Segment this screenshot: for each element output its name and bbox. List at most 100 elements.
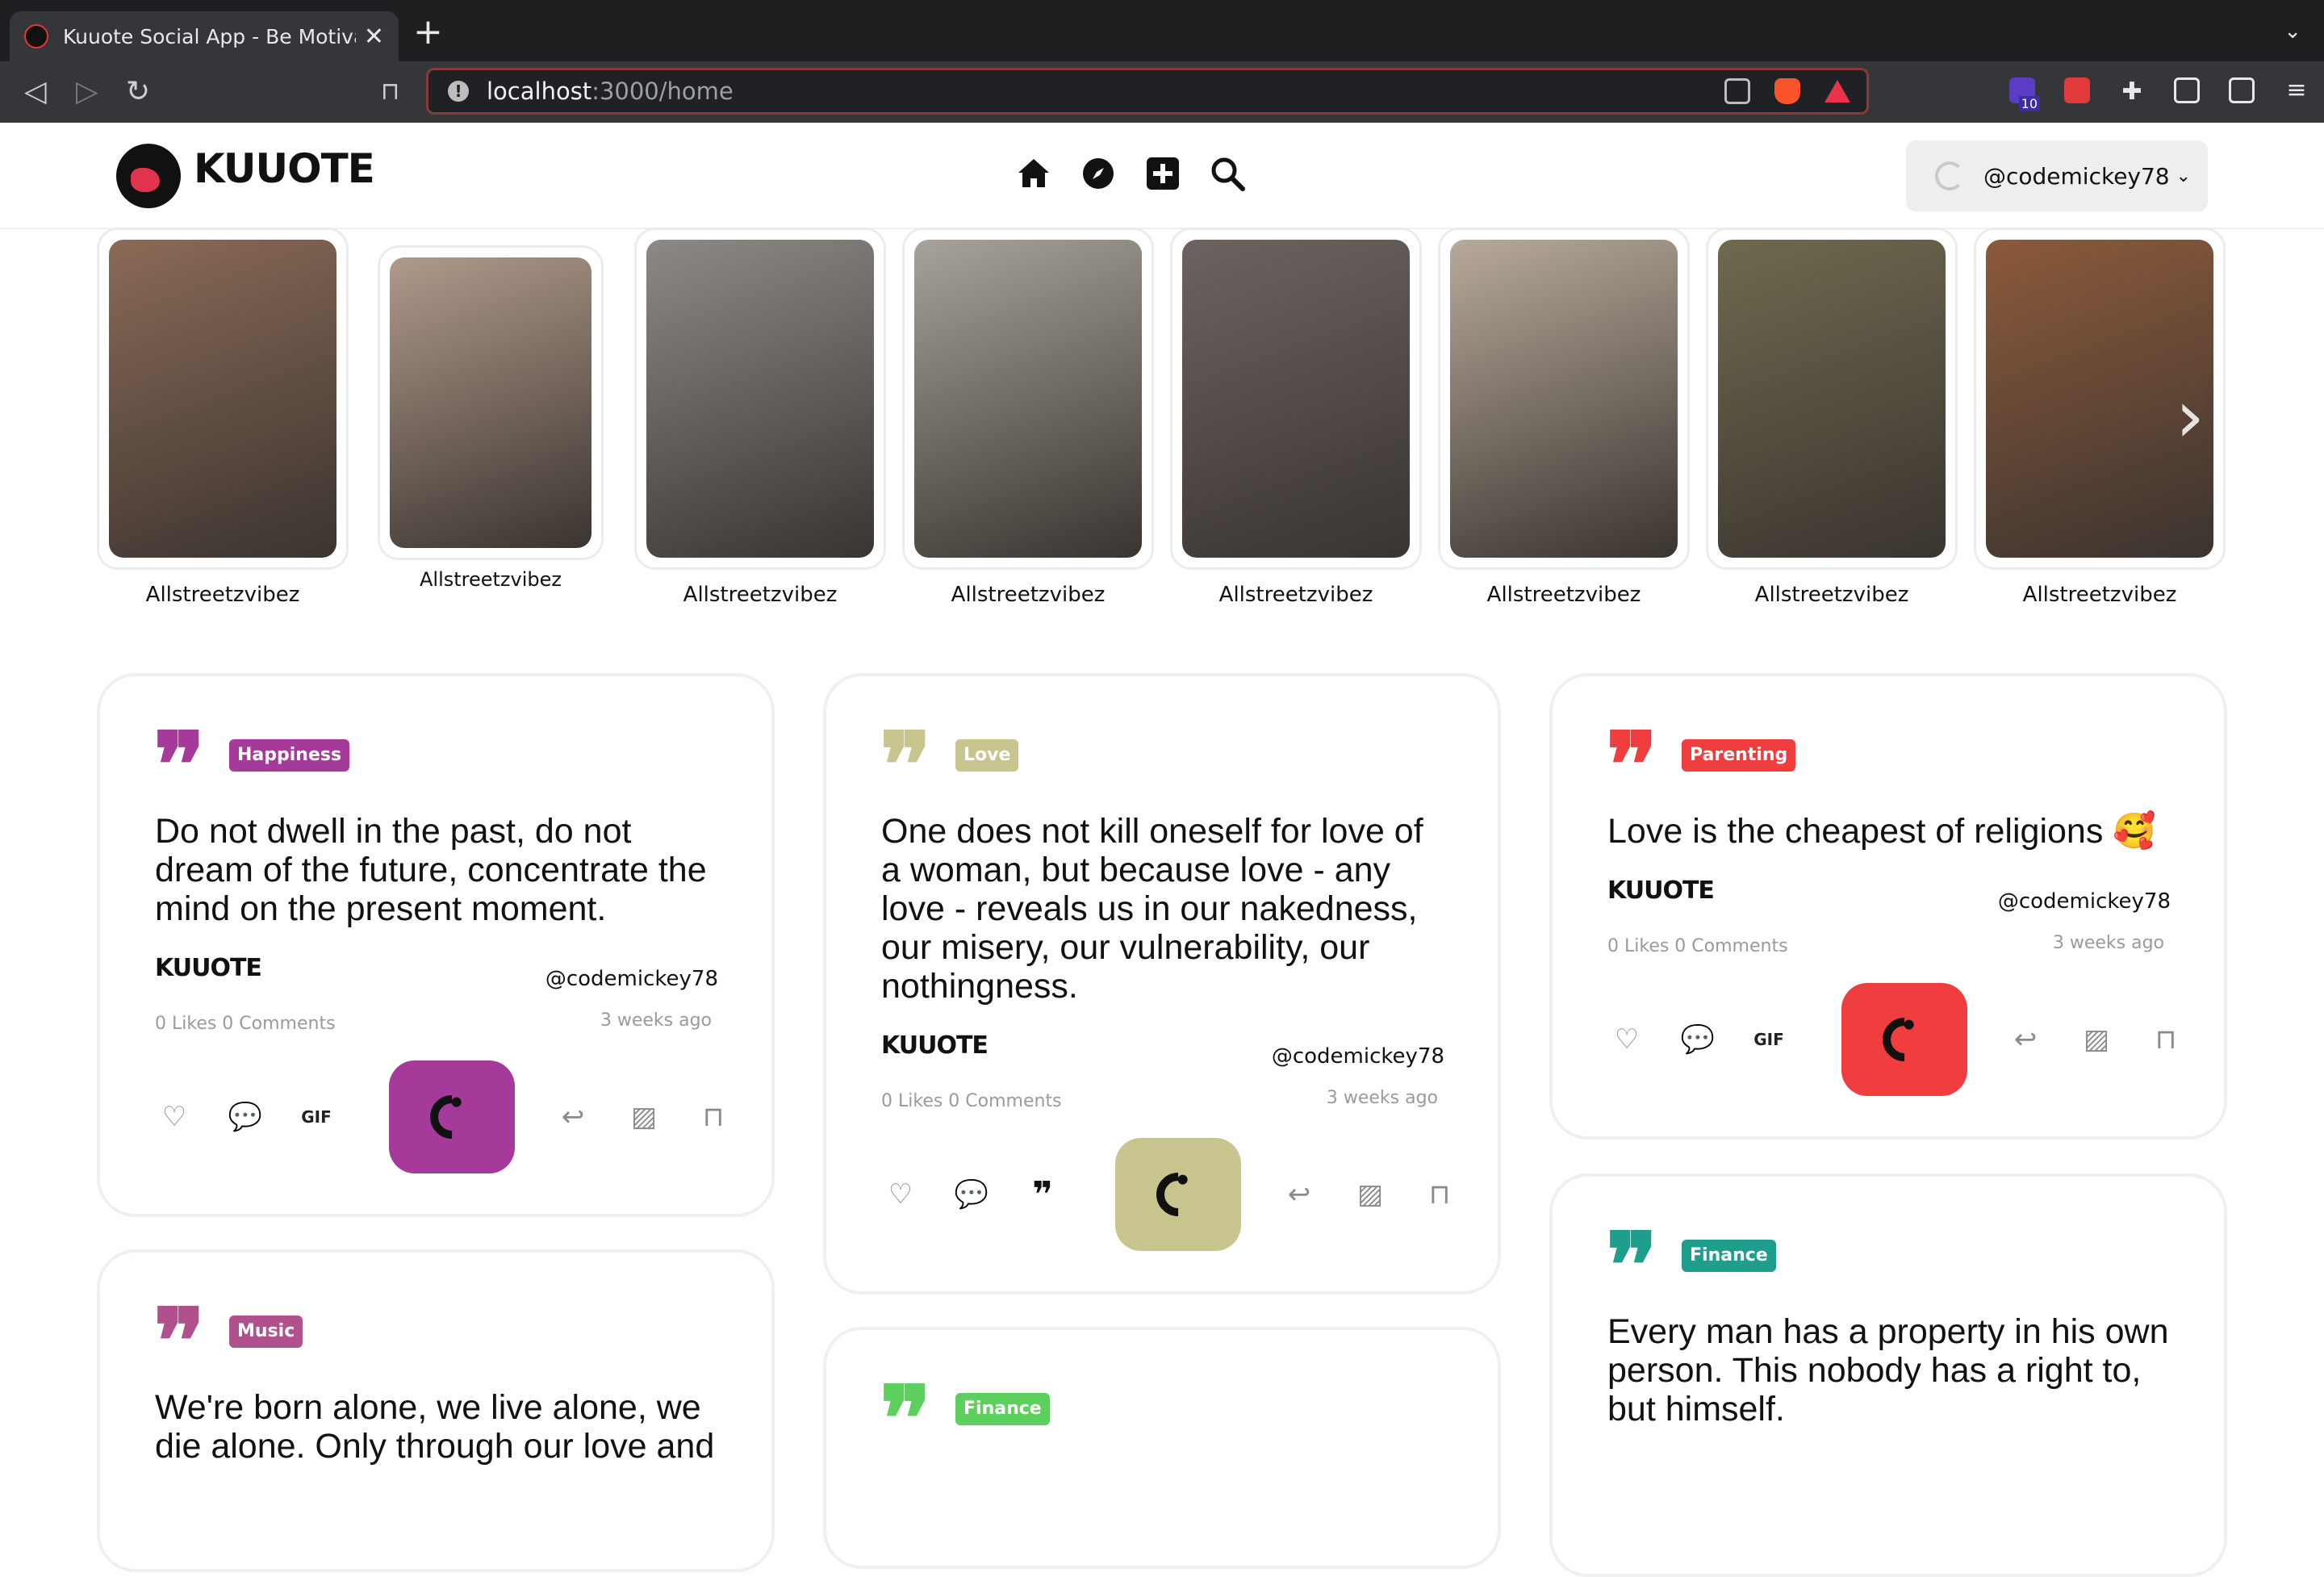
category-tag[interactable]: Finance	[1682, 1240, 1776, 1272]
home-icon[interactable]	[1015, 155, 1052, 192]
quote-mark-icon: ❞	[1606, 730, 1658, 786]
extension-red-icon[interactable]	[2064, 77, 2090, 103]
brave-rewards-icon[interactable]	[1825, 80, 1850, 102]
qr-code-icon[interactable]	[1724, 78, 1750, 104]
tab-title: Kuuote Social App - Be Motivated	[63, 24, 356, 48]
like-heart-icon[interactable]: ♡	[1609, 1022, 1645, 1057]
story-username: Allstreetzvibez	[1486, 583, 1641, 607]
site-info-icon[interactable]: !	[448, 81, 469, 102]
reload-icon[interactable]: ↻	[126, 76, 150, 108]
close-tab-icon[interactable]: ✕	[364, 23, 384, 51]
new-tab-button[interactable]: +	[413, 15, 443, 50]
card-author[interactable]: @codemickey78	[545, 967, 718, 991]
gif-button[interactable]: GIF	[299, 1099, 334, 1135]
story-item[interactable]: Allstreetzvibez	[1438, 228, 1690, 607]
sidebar-icon[interactable]	[2174, 77, 2200, 103]
card-time: 3 weeks ago	[2052, 933, 2164, 953]
like-heart-icon[interactable]: ♡	[883, 1177, 918, 1212]
card-author[interactable]: @codemickey78	[1272, 1044, 1444, 1069]
comment-icon[interactable]: 💬	[228, 1099, 263, 1135]
browser-toolbar: ◁ ▷ ↻ ⊓ ! localhost:3000/home 10 ✚ ≡	[0, 61, 2324, 123]
browser-tab[interactable]: Kuuote Social App - Be Motivated ✕	[10, 11, 399, 61]
user-menu-button[interactable]: @codemickey78 ⌄	[1906, 140, 2208, 211]
bookmark-icon[interactable]: ⊓	[1422, 1177, 1457, 1212]
share-icon[interactable]: ↩	[555, 1099, 591, 1135]
wallet-icon[interactable]	[2229, 77, 2255, 103]
chevron-right-icon[interactable]: ›	[2176, 381, 2205, 454]
search-icon[interactable]	[1209, 155, 1246, 192]
quote-mark-icon: ❞	[153, 730, 206, 786]
gif-button[interactable]: GIF	[1751, 1022, 1787, 1057]
share-icon[interactable]: ↩	[1281, 1177, 1317, 1212]
category-tag[interactable]: Finance	[955, 1393, 1050, 1425]
story-username: Allstreetzvibez	[683, 583, 838, 607]
story-frame	[1438, 228, 1690, 570]
kuuote-action-button[interactable]	[1841, 983, 1967, 1096]
kuuote-action-button[interactable]	[1115, 1138, 1241, 1251]
story-item[interactable]: Allstreetzvibez	[1170, 228, 1422, 607]
story-frame	[902, 228, 1154, 570]
card-brand: KUUOTE	[1607, 876, 1715, 905]
story-item[interactable]: Allstreetzvibez	[634, 228, 886, 607]
image-icon[interactable]: ▨	[1352, 1177, 1388, 1212]
image-icon[interactable]: ▨	[2079, 1022, 2114, 1057]
story-username: Allstreetzvibez	[145, 583, 300, 607]
bookmark-icon[interactable]: ⊓	[2148, 1022, 2184, 1057]
bookmark-icon[interactable]: ⊓	[381, 76, 399, 108]
quote-card: ❞ Parenting Love is the cheapest of reli…	[1549, 673, 2227, 1140]
story-username: Allstreetzvibez	[419, 568, 562, 591]
category-tag[interactable]: Music	[229, 1316, 303, 1348]
quote-text: We're born alone, we live alone, we die …	[155, 1388, 715, 1466]
card-author[interactable]: @codemickey78	[1998, 889, 2171, 914]
add-post-icon[interactable]	[1144, 155, 1181, 192]
story-image	[914, 240, 1142, 558]
url-path: :3000/home	[591, 77, 734, 105]
quote-text: Every man has a property in his own pers…	[1607, 1312, 2169, 1429]
quote-card: ❞ Happiness Do not dwell in the past, do…	[97, 673, 775, 1217]
story-item[interactable]: Allstreetzvibez	[1706, 228, 1958, 607]
kuuote-action-button[interactable]	[389, 1060, 515, 1173]
comment-icon[interactable]: 💬	[954, 1177, 989, 1212]
image-icon[interactable]: ▨	[626, 1099, 662, 1135]
story-image	[1182, 240, 1410, 558]
kuuote-smile-icon	[420, 1085, 483, 1148]
quote-text: One does not kill oneself for love of a …	[881, 812, 1423, 1006]
story-item[interactable]: Allstreetzvibez	[902, 228, 1154, 607]
bookmark-icon[interactable]: ⊓	[696, 1099, 731, 1135]
category-tag[interactable]: Happiness	[229, 739, 350, 772]
stories-row: Allstreetzvibez Allstreetzvibez Allstree…	[97, 228, 2227, 615]
category-tag[interactable]: Parenting	[1682, 739, 1796, 772]
card-stats: 0 Likes 0 Comments	[155, 1014, 336, 1034]
chevron-down-icon: ⌄	[2176, 165, 2192, 186]
category-tag[interactable]: Love	[955, 739, 1019, 772]
story-item[interactable]: Allstreetzvibez	[365, 228, 617, 591]
like-heart-icon[interactable]: ♡	[157, 1099, 192, 1135]
card-stats: 0 Likes 0 Comments	[1607, 936, 1788, 956]
logo-text[interactable]: KUUOTE	[194, 145, 375, 192]
back-icon[interactable]: ◁	[24, 76, 47, 108]
explore-compass-icon[interactable]	[1080, 155, 1117, 192]
tab-search-chevron-icon[interactable]: ⌄	[2284, 19, 2301, 44]
forward-icon[interactable]: ▷	[76, 76, 98, 108]
share-icon[interactable]: ↩	[2008, 1022, 2043, 1057]
menu-icon[interactable]: ≡	[2284, 77, 2309, 103]
story-image	[1718, 240, 1946, 558]
kuuote-logo-icon[interactable]	[116, 144, 181, 208]
quote-card: ❞ Love One does not kill oneself for lov…	[823, 673, 1501, 1295]
card-stats: 0 Likes 0 Comments	[881, 1091, 1062, 1111]
comment-icon[interactable]: 💬	[1680, 1022, 1716, 1057]
card-actions: ♡ 💬 GIF ↩ ▨ ⊓	[1595, 983, 2184, 1096]
kuuote-smile-icon	[1147, 1163, 1210, 1226]
user-avatar	[1935, 161, 1964, 190]
brave-shields-icon[interactable]	[1774, 78, 1800, 104]
story-frame	[378, 245, 604, 560]
story-item[interactable]: Allstreetzvibez	[97, 228, 349, 607]
quote-card: ❞ Finance	[823, 1327, 1501, 1569]
address-bar[interactable]: ! localhost:3000/home	[426, 68, 1869, 115]
quote-card: ❞ Finance Every man has a property in hi…	[1549, 1173, 2227, 1577]
quote-mark-icon: ❞	[1606, 1230, 1658, 1286]
quote-action-icon[interactable]: ❞	[1025, 1174, 1060, 1215]
puzzle-icon[interactable]: ✚	[2119, 77, 2145, 106]
extension-badge-icon[interactable]: 10	[2009, 77, 2040, 111]
app-header: KUUOTE @codemickey78 ⌄	[0, 123, 2324, 229]
